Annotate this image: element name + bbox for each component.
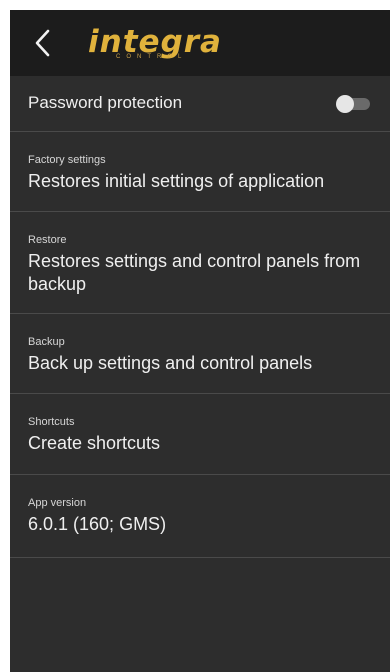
app-version-value: 6.0.1 (160; GMS) bbox=[28, 514, 167, 534]
backup-value: Back up settings and control panels bbox=[28, 353, 313, 373]
factory-settings-label: Factory settings bbox=[28, 154, 106, 166]
restore-value: Restores settings and control panels fro… bbox=[28, 251, 361, 294]
app-bar: integra CONTROL bbox=[10, 10, 390, 76]
restore-label: Restore bbox=[28, 234, 67, 246]
back-button[interactable] bbox=[24, 24, 60, 62]
switch-thumb bbox=[336, 95, 354, 113]
settings-list: Password protection Factory settings Res… bbox=[10, 76, 390, 558]
factory-settings-value: Restores initial settings of application bbox=[28, 171, 325, 191]
app-version-row: App version 6.0.1 (160; GMS) bbox=[10, 475, 390, 558]
settings-screen: integra CONTROL Password protection Fact… bbox=[10, 10, 390, 672]
backup-label: Backup bbox=[28, 336, 65, 348]
shortcuts-row[interactable]: Shortcuts Create shortcuts bbox=[10, 394, 390, 475]
shortcuts-value: Create shortcuts bbox=[28, 433, 161, 453]
backup-row[interactable]: Backup Back up settings and control pane… bbox=[10, 314, 390, 394]
app-version-label: App version bbox=[28, 497, 87, 509]
factory-settings-row[interactable]: Factory settings Restores initial settin… bbox=[10, 132, 390, 212]
restore-row[interactable]: Restore Restores settings and control pa… bbox=[10, 212, 390, 314]
password-protection-switch[interactable] bbox=[336, 95, 372, 113]
logo-subtext: CONTROL bbox=[116, 54, 188, 60]
shortcuts-label: Shortcuts bbox=[28, 416, 75, 428]
password-protection-row[interactable]: Password protection bbox=[10, 76, 390, 132]
chevron-left-icon bbox=[35, 29, 50, 57]
password-protection-label: Password protection bbox=[28, 93, 183, 112]
integra-logo: integra CONTROL bbox=[86, 24, 246, 68]
